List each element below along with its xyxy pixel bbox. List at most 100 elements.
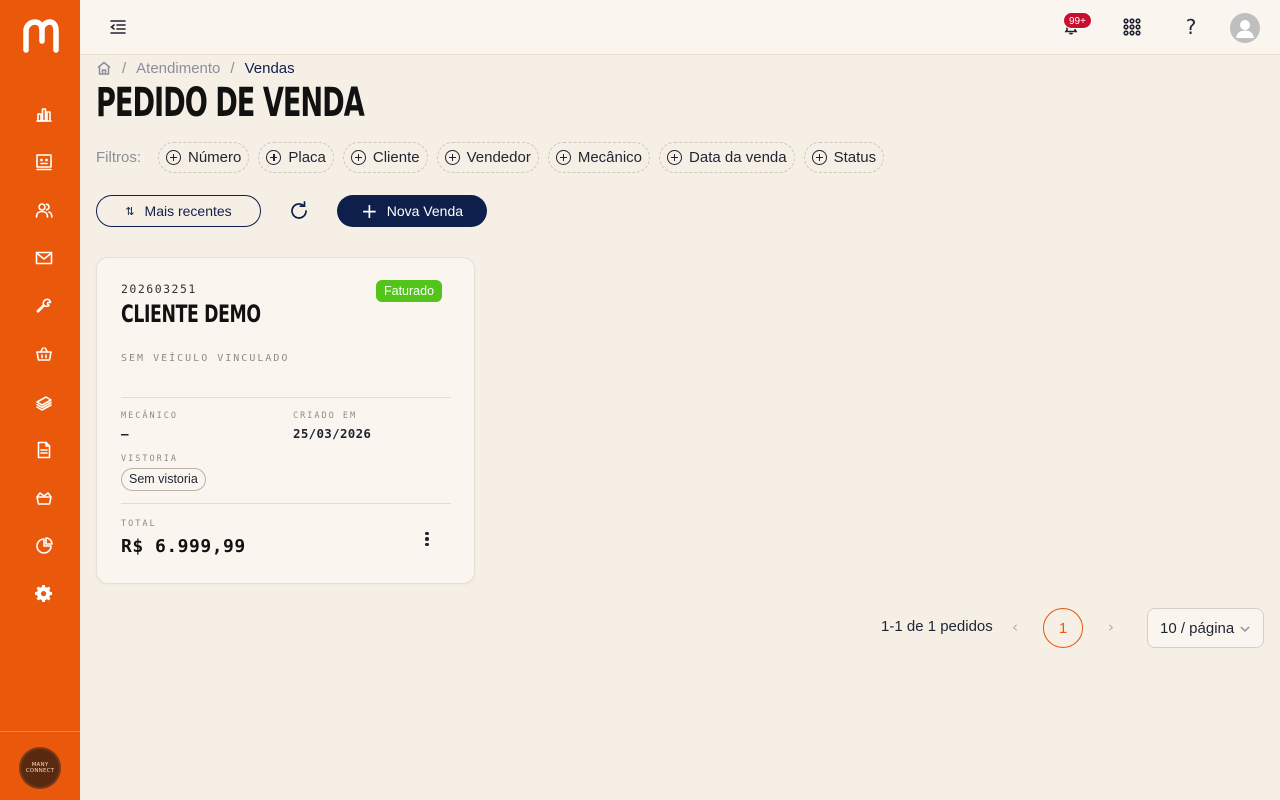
- nav-item-dashboard[interactable]: [28, 98, 60, 130]
- page-title: PEDIDO DE VENDA: [96, 80, 365, 126]
- more-actions-button[interactable]: [419, 530, 435, 548]
- collapse-sidebar-button[interactable]: [108, 17, 128, 37]
- nav-item-products[interactable]: [28, 482, 60, 514]
- plus-circle-icon: [811, 150, 827, 165]
- total-label: TOTAL: [121, 519, 157, 529]
- apps-grid-button[interactable]: [1119, 14, 1145, 40]
- nav-item-finance[interactable]: [28, 386, 60, 418]
- nav-item-settings[interactable]: [28, 578, 60, 610]
- sort-button-label: Mais recentes: [144, 203, 232, 219]
- breadcrumb-atendimento[interactable]: Atendimento: [136, 60, 220, 77]
- filter-chip-label: Vendedor: [466, 149, 531, 166]
- order-number: 202603251: [121, 282, 197, 296]
- org-avatar-text-line2: CONNECT: [25, 768, 55, 774]
- wrench-icon: [36, 298, 52, 313]
- order-client-name: CLIENTE DEMO: [121, 300, 261, 328]
- home-icon[interactable]: [96, 60, 112, 76]
- created-value: 25/03/2026: [293, 426, 372, 441]
- filter-chip-vendedor[interactable]: Vendedor: [436, 142, 539, 173]
- next-page-button[interactable]: ›: [1103, 618, 1119, 636]
- help-button[interactable]: ?: [1178, 14, 1204, 40]
- new-sale-button-label: Nova Venda: [386, 203, 464, 219]
- plus-circle-icon: [266, 150, 282, 165]
- pagination-summary: 1-1 de 1 pedidos: [881, 618, 993, 635]
- topbar: 99+ ?: [80, 0, 1280, 55]
- breadcrumb-current: Vendas: [244, 59, 295, 77]
- plus-circle-icon: [444, 150, 460, 165]
- brand-logo[interactable]: [20, 16, 60, 56]
- organization-avatar[interactable]: MANY CONNECT: [19, 747, 61, 789]
- filter-bar: Filtros: Número Placa Cliente Vendedor M…: [96, 142, 893, 173]
- user-avatar[interactable]: [1230, 13, 1260, 43]
- chevron-down-icon: [1239, 622, 1251, 634]
- apps-grid-icon: [1123, 18, 1141, 36]
- mail-icon: [35, 251, 53, 265]
- plus-circle-icon: [555, 150, 571, 165]
- filter-chip-data-da-venda[interactable]: Data da venda: [659, 142, 795, 173]
- more-vertical-icon: [425, 537, 429, 541]
- nav-item-documents[interactable]: [28, 434, 60, 466]
- inspection-label: VISTORIA: [121, 454, 178, 464]
- notification-count-badge: 99+: [1063, 12, 1092, 29]
- refresh-icon: [291, 201, 307, 219]
- pie-chart-icon: [36, 537, 53, 554]
- filter-chip-label: Placa: [288, 149, 326, 166]
- plus-icon: +: [360, 199, 378, 223]
- inspection-tag: Sem vistoria: [121, 468, 206, 491]
- dashboard-face-icon: [36, 154, 52, 171]
- bar-chart-icon: [36, 108, 52, 122]
- sort-icon: ⇅: [125, 204, 135, 218]
- page-size-select[interactable]: 10 / página: [1147, 608, 1264, 648]
- filter-chip-label: Número: [188, 149, 242, 166]
- document-icon: [37, 441, 51, 459]
- basket-icon: [36, 347, 52, 361]
- card-divider: [121, 397, 451, 398]
- money-stack-icon: [36, 396, 52, 411]
- user-silhouette-icon: [1236, 20, 1254, 38]
- refresh-button[interactable]: [287, 199, 311, 223]
- new-sale-button[interactable]: + Nova Venda: [337, 195, 487, 227]
- order-card[interactable]: 202603251 CLIENTE DEMO Faturado SEM VEÍC…: [96, 257, 475, 584]
- nav-item-reports[interactable]: [28, 530, 60, 562]
- filter-chip-label: Data da venda: [689, 149, 787, 166]
- order-vehicle: SEM VEÍCULO VINCULADO: [121, 353, 290, 364]
- card-divider: [121, 503, 451, 504]
- brand-logo-icon: [23, 19, 59, 53]
- nav-item-messages[interactable]: [28, 242, 60, 274]
- filter-chip-cliente[interactable]: Cliente: [342, 142, 428, 173]
- menu-collapse-icon: [110, 20, 126, 34]
- filter-chip-numero[interactable]: Número: [158, 142, 250, 173]
- filter-chip-label: Cliente: [372, 149, 420, 166]
- previous-page-button[interactable]: ‹: [1007, 618, 1023, 636]
- status-badge: Faturado: [376, 280, 443, 302]
- sidebar-footer: MANY CONNECT: [0, 731, 80, 800]
- filter-chip-label: Mecânico: [577, 149, 643, 166]
- nav-item-attendance[interactable]: [28, 146, 60, 178]
- filter-chip-placa[interactable]: Placa: [258, 142, 334, 173]
- breadcrumb-separator: /: [122, 59, 127, 77]
- gear-icon: [35, 585, 53, 603]
- page-button-current[interactable]: 1: [1043, 608, 1083, 648]
- filter-chip-mecanico[interactable]: Mecânico: [547, 142, 651, 173]
- created-label: CRIADO EM: [293, 411, 358, 421]
- plus-circle-icon: [350, 150, 366, 165]
- page-size-value: 10 / página: [1160, 619, 1235, 637]
- total-value: R$ 6.999,99: [121, 536, 246, 557]
- plus-circle-icon: [667, 150, 683, 165]
- nav-item-services[interactable]: [28, 290, 60, 322]
- breadcrumb: / Atendimento / Vendas: [96, 58, 295, 78]
- breadcrumb-separator: /: [230, 59, 235, 77]
- plus-circle-icon: [166, 150, 181, 165]
- crown-basket-icon: [36, 492, 52, 505]
- nav-item-sales[interactable]: [28, 338, 60, 370]
- sidebar: MANY CONNECT: [0, 0, 80, 800]
- filter-chip-status[interactable]: Status: [803, 142, 885, 173]
- nav-item-customers[interactable]: [28, 194, 60, 226]
- mechanic-value: —: [121, 426, 129, 441]
- more-vertical-icon: [425, 531, 429, 536]
- mechanic-label: MECÂNICO: [121, 411, 178, 421]
- sort-button[interactable]: ⇅ Mais recentes: [96, 195, 261, 227]
- filter-chip-label: Status: [833, 149, 877, 166]
- filters-label: Filtros:: [96, 149, 141, 166]
- help-icon: ?: [1185, 15, 1197, 39]
